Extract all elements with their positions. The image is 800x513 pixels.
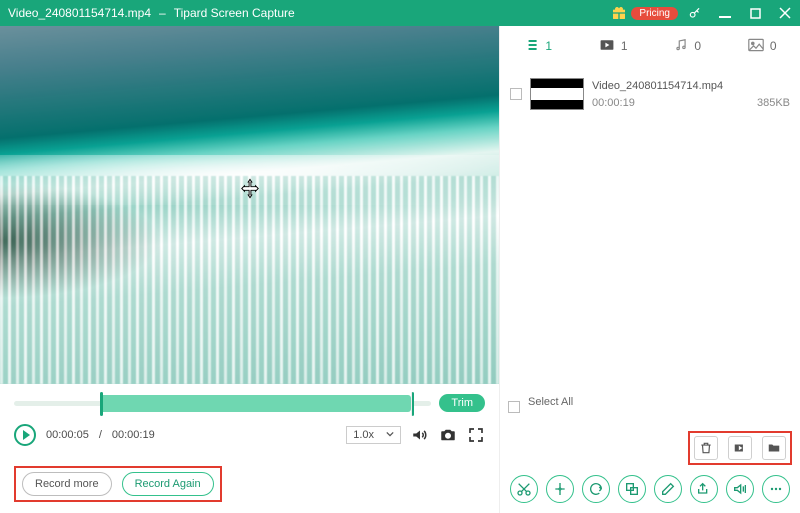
image-icon xyxy=(748,38,764,55)
file-checkbox[interactable] xyxy=(510,88,522,100)
file-tabs: 1 1 0 0 xyxy=(500,26,800,66)
minimize-icon[interactable] xyxy=(718,6,732,20)
pricing-badge[interactable]: Pricing xyxy=(611,5,678,21)
key-icon[interactable] xyxy=(688,6,702,20)
speed-select[interactable]: 1.0x xyxy=(346,426,401,444)
file-list: Video_240801154714.mp4 00:00:19 385KB xyxy=(500,66,800,381)
chevron-down-icon xyxy=(386,429,394,441)
tab-image[interactable]: 0 xyxy=(748,38,777,55)
trim-handle-left[interactable] xyxy=(100,392,103,416)
folder-icon[interactable] xyxy=(762,436,786,460)
more-icon[interactable] xyxy=(762,475,790,503)
file-name: Video_240801154714.mp4 xyxy=(592,78,790,95)
annotation-highlight: Record more Record Again xyxy=(14,466,222,502)
merge-icon[interactable] xyxy=(546,475,574,503)
record-again-button[interactable]: Record Again xyxy=(122,472,214,496)
cut-icon[interactable] xyxy=(510,475,538,503)
record-buttons-row: Record more Record Again xyxy=(0,456,499,512)
title-appname: Tipard Screen Capture xyxy=(174,6,295,20)
tab-image-count: 0 xyxy=(770,39,777,53)
title-filename: Video_240801154714.mp4 xyxy=(8,6,151,20)
play-button[interactable] xyxy=(14,424,36,446)
video-frame xyxy=(0,26,499,384)
trim-track-row: Trim xyxy=(0,384,499,418)
trash-icon[interactable] xyxy=(694,436,718,460)
select-all-row: Select All xyxy=(500,381,800,423)
convert-icon[interactable] xyxy=(582,475,610,503)
select-all-label: Select All xyxy=(528,396,573,408)
record-more-button[interactable]: Record more xyxy=(22,472,112,496)
volume-icon[interactable] xyxy=(411,426,429,444)
current-time: 00:00:05 xyxy=(46,429,89,441)
tab-list-count: 1 xyxy=(545,39,552,53)
video-preview[interactable] xyxy=(0,26,499,384)
maximize-icon[interactable] xyxy=(748,6,762,20)
compress-icon[interactable] xyxy=(618,475,646,503)
volume-tool-icon[interactable] xyxy=(726,475,754,503)
file-size: 385KB xyxy=(757,95,790,112)
tab-video-count: 1 xyxy=(621,39,628,53)
edit-icon[interactable] xyxy=(654,475,682,503)
title-separator: – xyxy=(159,6,166,20)
trim-range[interactable] xyxy=(100,395,411,412)
file-thumbnail[interactable] xyxy=(530,78,584,110)
snapshot-icon[interactable] xyxy=(439,426,457,444)
gift-icon xyxy=(611,5,627,21)
fullscreen-icon[interactable] xyxy=(467,426,485,444)
tab-audio[interactable]: 0 xyxy=(674,38,701,55)
speed-value: 1.0x xyxy=(353,429,374,441)
select-all-checkbox[interactable] xyxy=(508,401,520,413)
tool-row xyxy=(500,467,800,513)
tab-video[interactable]: 1 xyxy=(599,38,628,55)
playback-controls: 00:00:05/ 00:00:19 1.0x xyxy=(0,418,499,456)
close-icon[interactable] xyxy=(778,6,792,20)
trim-button[interactable]: Trim xyxy=(439,394,485,412)
titlebar: Video_240801154714.mp4 – Tipard Screen C… xyxy=(0,0,800,26)
file-duration: 00:00:19 xyxy=(592,95,635,112)
music-icon xyxy=(674,38,688,55)
play-icon xyxy=(23,430,30,440)
trim-handle-right[interactable] xyxy=(411,392,414,416)
trim-track[interactable] xyxy=(14,401,431,406)
tab-audio-count: 0 xyxy=(694,39,701,53)
total-time: 00:00:19 xyxy=(112,429,155,441)
video-icon xyxy=(599,38,615,55)
tab-list[interactable]: 1 xyxy=(523,38,552,55)
share-icon[interactable] xyxy=(690,475,718,503)
rename-icon[interactable] xyxy=(728,436,752,460)
pricing-label: Pricing xyxy=(631,7,678,20)
list-item[interactable]: Video_240801154714.mp4 00:00:19 385KB xyxy=(508,72,792,117)
annotation-highlight xyxy=(688,431,792,465)
file-actions-row xyxy=(500,423,800,467)
move-cursor-icon xyxy=(239,177,261,204)
list-icon xyxy=(523,38,539,55)
